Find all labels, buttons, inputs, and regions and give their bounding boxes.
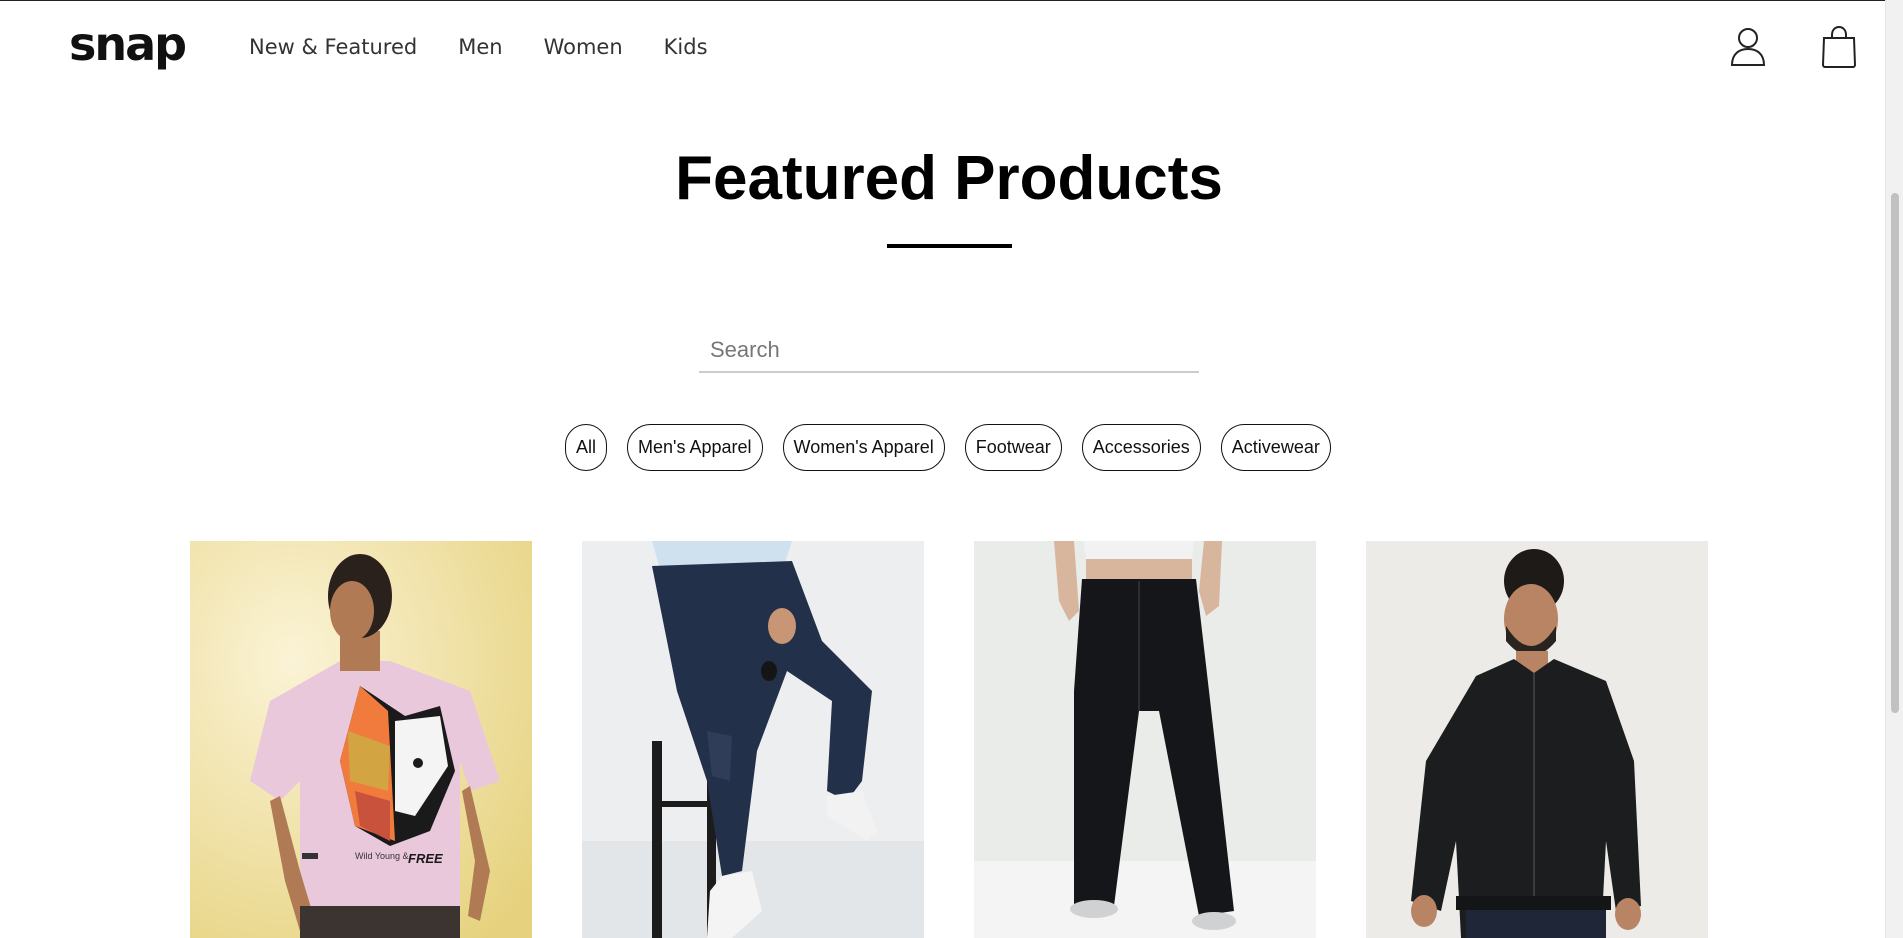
product-grid: Wild Young & FREE [190,541,1758,938]
product-image-denim-jeans [582,541,924,938]
user-icon[interactable] [1728,25,1768,69]
category-filters: All Men's Apparel Women's Apparel Footwe… [565,424,1351,471]
product-card[interactable]: Wild Young & FREE [190,541,532,938]
product-card[interactable] [974,541,1316,938]
product-image-wide-leg-pants [974,541,1316,938]
title-underline [887,244,1012,248]
scrollbar-thumb[interactable] [1891,193,1899,713]
main-nav: New & Featured Men Women Kids [249,35,749,59]
filter-all[interactable]: All [565,424,608,471]
svg-text:FREE: FREE [408,851,443,866]
filter-footwear[interactable]: Footwear [964,424,1062,471]
filter-activewear[interactable]: Activewear [1220,424,1331,471]
brand-logo[interactable]: snap [69,17,187,71]
svg-text:Wild Young &: Wild Young & [355,851,409,861]
shopping-bag-icon[interactable] [1819,25,1859,69]
nav-men[interactable]: Men [458,35,502,59]
page-scrollbar[interactable] [1885,0,1903,938]
product-image-bomber-jacket [1366,541,1708,938]
search-input[interactable] [699,329,1199,371]
filter-mens-apparel[interactable]: Men's Apparel [627,424,763,471]
filter-womens-apparel[interactable]: Women's Apparel [782,424,945,471]
nav-women[interactable]: Women [544,35,623,59]
site-header: snap New & Featured Men Women Kids [0,1,1885,93]
product-card[interactable] [582,541,924,938]
nav-kids[interactable]: Kids [664,35,708,59]
page-title: Featured Products [675,144,1223,213]
product-image-graphic-tee: Wild Young & FREE [190,541,532,938]
product-card[interactable] [1366,541,1708,938]
filter-accessories[interactable]: Accessories [1081,424,1201,471]
search-box [699,329,1199,373]
nav-new-featured[interactable]: New & Featured [249,35,417,59]
